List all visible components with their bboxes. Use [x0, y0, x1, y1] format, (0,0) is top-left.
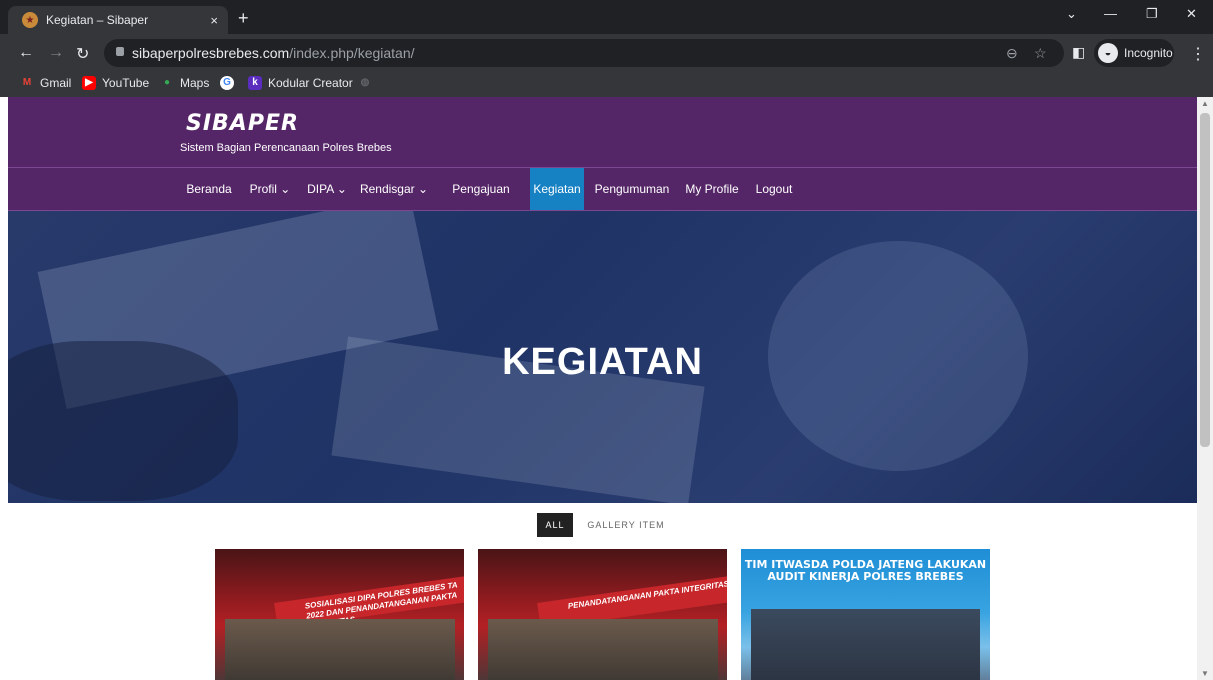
site-favicon-icon: ★ [22, 12, 38, 28]
back-icon[interactable]: ← [18, 44, 34, 62]
nav-dipa[interactable]: DIPA ⌄ [302, 168, 352, 210]
menu-kebab-icon[interactable]: ⋮ [1190, 44, 1206, 64]
maps-icon: ● [163, 77, 171, 88]
side-panel-icon[interactable]: ◧ [1072, 44, 1085, 61]
bookmark-star-icon[interactable]: ☆ [1034, 45, 1047, 62]
incognito-badge[interactable]: ◒ Incognito [1094, 39, 1174, 67]
nav-kegiatan[interactable]: Kegiatan [530, 168, 584, 210]
bookmark-label: Gmail [40, 76, 72, 90]
bookmark-kodular[interactable]: k Kodular Creator [248, 76, 353, 90]
tab-strip: ★ Kegiatan – Sibaper × + ⌄ — ❐ ✕ [0, 0, 1213, 34]
gallery-item[interactable]: PENANDATANGANAN PAKTA INTEGRITAS [478, 549, 727, 680]
google-icon: G [220, 76, 234, 90]
bookmark-youtube[interactable]: ▶ YouTube [82, 76, 149, 90]
url-text[interactable]: sibaperpolresbrebes.com/index.php/kegiat… [132, 45, 415, 61]
gallery-item-photo [488, 619, 718, 680]
tab-title: Kegiatan – Sibaper [46, 13, 149, 27]
tab-search-icon[interactable]: ⌄ [1066, 6, 1077, 22]
address-bar[interactable]: sibaperpolresbrebes.com/index.php/kegiat… [104, 39, 1064, 67]
bookmark-label: Kodular Creator [268, 76, 353, 90]
gallery-item-photo [225, 619, 455, 680]
site-logo[interactable]: SIBAPER [186, 111, 299, 136]
kodular-icon: k [248, 76, 262, 90]
browser-tab[interactable]: ★ Kegiatan – Sibaper × [8, 6, 228, 34]
scroll-up-icon[interactable]: ▲ [1201, 99, 1209, 108]
nav-my-profile[interactable]: My Profile [680, 168, 744, 210]
tab-close-icon[interactable]: × [210, 13, 218, 28]
bookmark-label: Maps [180, 76, 210, 90]
url-domain: sibaperpolresbrebes.com [132, 45, 290, 61]
filter-gallery-item[interactable]: GALLERY ITEM [586, 513, 666, 537]
restore-icon[interactable]: ❐ [1146, 6, 1158, 22]
nav-beranda[interactable]: Beranda [180, 168, 238, 210]
browser-toolbar: ← → ↻ sibaperpolresbrebes.com/index.php/… [0, 34, 1213, 72]
page-title: KEGIATAN [502, 341, 703, 383]
bookmark-gmail[interactable]: M Gmail [20, 76, 72, 90]
scroll-down-icon[interactable]: ▼ [1201, 669, 1209, 678]
gmail-icon: M [22, 77, 32, 88]
zoom-icon[interactable]: ⊖ [1006, 45, 1018, 62]
url-path: /index.php/kegiatan/ [289, 45, 415, 61]
lock-icon [116, 47, 124, 56]
nav-pengumuman[interactable]: Pengumuman [592, 168, 672, 210]
gallery-item[interactable]: TIM ITWASDA POLDA JATENG LAKUKAN AUDIT K… [741, 549, 990, 680]
site-header: SIBAPER Sistem Bagian Perencanaan Polres… [8, 97, 1197, 167]
nav-pengajuan-dipa[interactable]: Pengajuan DIPA [438, 168, 524, 238]
incognito-label: Incognito [1124, 46, 1173, 60]
nav-profil[interactable]: Profil ⌄ [244, 168, 296, 210]
globe-icon: ◍ [360, 77, 370, 88]
gallery-item[interactable]: SOSIALISASI DIPA POLRES BREBES TA 2022 D… [215, 549, 464, 680]
new-tab-button[interactable]: + [238, 8, 249, 29]
bookmark-label: YouTube [102, 76, 150, 90]
youtube-icon: ▶ [82, 76, 96, 90]
page-scrollbar[interactable]: ▲ ▼ [1197, 97, 1213, 680]
incognito-icon: ◒ [1098, 43, 1118, 63]
window-close-icon[interactable]: ✕ [1186, 6, 1197, 22]
minimize-icon[interactable]: — [1104, 6, 1117, 21]
scrollbar-thumb[interactable] [1200, 113, 1210, 447]
gallery-item-photo [751, 609, 980, 680]
page-viewport: SIBAPER Sistem Bagian Perencanaan Polres… [8, 97, 1197, 680]
gallery-filters: ALL GALLERY ITEM [8, 513, 1197, 537]
bookmark-maps[interactable]: ● Maps [160, 76, 209, 90]
gallery-item-caption: TIM ITWASDA POLDA JATENG LAKUKAN AUDIT K… [744, 558, 987, 583]
forward-icon[interactable]: → [48, 44, 64, 62]
nav-rendisgar[interactable]: Rendisgar ⌄ [358, 168, 430, 210]
nav-logout[interactable]: Logout [752, 168, 796, 210]
reload-icon[interactable]: ↻ [76, 44, 89, 64]
bookmarks-bar: M Gmail ▶ YouTube ● Maps G k Kodular Creator… [0, 72, 1213, 97]
filter-all[interactable]: ALL [537, 513, 573, 537]
main-navigation: Beranda Profil ⌄ DIPA ⌄ Rendisgar ⌄ Peng… [8, 167, 1197, 238]
bookmark-google[interactable]: G [220, 76, 240, 90]
browser-chrome: ★ Kegiatan – Sibaper × + ⌄ — ❐ ✕ ← → ↻ s… [0, 0, 1213, 97]
hero-banner: KEGIATAN [8, 211, 1197, 503]
site-tagline: Sistem Bagian Perencanaan Polres Brebes [180, 142, 392, 154]
bookmark-globe[interactable]: ◍ [358, 76, 378, 90]
